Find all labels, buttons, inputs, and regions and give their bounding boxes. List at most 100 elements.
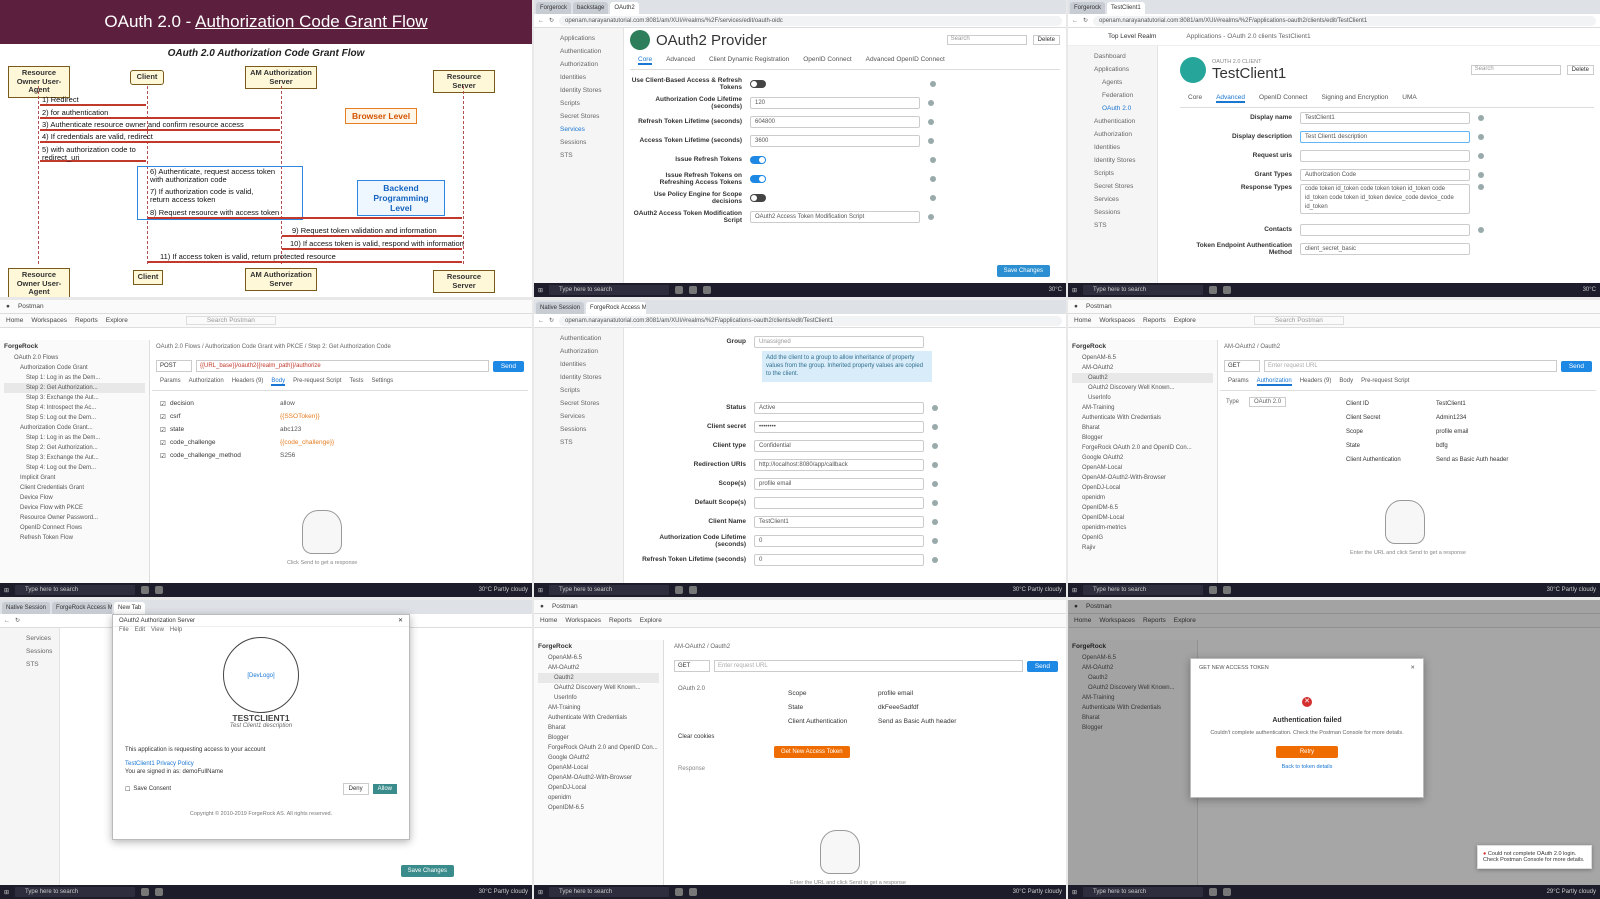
taskbar-search[interactable]: Type here to search xyxy=(1083,285,1204,295)
tab-core[interactable]: Core xyxy=(1188,94,1202,103)
app-icon[interactable] xyxy=(675,888,684,896)
request-item[interactable]: Step 1: Log in as the Dem... xyxy=(4,433,145,443)
collection-item[interactable]: OpenAM-OAuth2-With-Browser xyxy=(538,773,659,783)
tab-uma[interactable]: UMA xyxy=(1402,94,1416,103)
browser-tab-active[interactable]: OAuth2 xyxy=(610,2,639,14)
windows-icon[interactable]: ⊞ xyxy=(538,287,543,294)
menu-workspaces[interactable]: Workspaces xyxy=(31,317,67,324)
browser-tab[interactable]: Forgerock xyxy=(1070,2,1106,14)
subtab-prerequest[interactable]: Pre-request Script xyxy=(1361,378,1409,386)
policy-engine-toggle[interactable] xyxy=(750,193,766,202)
request-url-input[interactable]: Enter request URL xyxy=(1264,360,1557,372)
request-item-active[interactable]: Oauth2 xyxy=(1072,373,1213,383)
request-item[interactable]: Step 2: Get Authorization... xyxy=(4,443,145,453)
browser-tab[interactable]: Native Session xyxy=(2,602,51,614)
nav-authentication[interactable]: Authentication xyxy=(534,45,623,58)
auth-type-select[interactable]: OAuth 2.0 xyxy=(1249,397,1287,407)
nav-identities[interactable]: Identities xyxy=(1068,141,1157,154)
nav-identities[interactable]: Identities xyxy=(534,358,623,371)
request-item[interactable]: OAuth2 Discovery Well Known... xyxy=(1072,383,1213,393)
state-input[interactable]: bdfg xyxy=(1436,443,1448,449)
method-select[interactable]: GET xyxy=(674,660,710,672)
param-value[interactable]: S256 xyxy=(280,452,295,459)
folder-item[interactable]: Device Flow xyxy=(4,493,145,503)
request-item-active[interactable]: Oauth2 xyxy=(538,673,659,683)
client-auth-select[interactable]: Send as Basic Auth header xyxy=(1436,457,1508,463)
request-url-input[interactable]: {{URL_base}}/oauth2{{realm_path}}/author… xyxy=(196,360,489,372)
reload-icon[interactable]: ↻ xyxy=(1083,17,1088,24)
param-key[interactable]: code_challenge_method xyxy=(170,452,280,459)
folder-item[interactable]: Authorization Code Grant xyxy=(4,363,145,373)
tab-client-dynamic-registration[interactable]: Client Dynamic Registration xyxy=(709,56,789,65)
get-new-token-button[interactable]: Get New Access Token xyxy=(774,746,850,758)
modification-script-select[interactable]: OAuth2 Access Token Modification Script xyxy=(750,210,920,223)
reload-icon[interactable]: ↻ xyxy=(549,317,554,324)
nav-services[interactable]: Services xyxy=(534,410,623,423)
collection-item[interactable]: Bharat xyxy=(538,723,659,733)
nav-secret-stores[interactable]: Secret Stores xyxy=(1068,180,1157,193)
collection-item[interactable]: OpenDJ-Local xyxy=(1072,483,1213,493)
collection-item[interactable]: OpenIG xyxy=(1072,533,1213,543)
back-to-token-link[interactable]: Back to token details xyxy=(1191,758,1423,770)
param-value[interactable]: {{SSOToken}} xyxy=(280,413,320,420)
browser-tab[interactable]: Native Session xyxy=(536,302,585,314)
nav-scripts[interactable]: Scripts xyxy=(1068,167,1157,180)
nav-identities[interactable]: Identities xyxy=(534,71,623,84)
tab-advanced[interactable]: Advanced xyxy=(666,56,695,65)
windows-icon[interactable]: ⊞ xyxy=(538,889,543,896)
app-icon[interactable] xyxy=(675,286,684,294)
nav-sts[interactable]: STS xyxy=(1068,219,1157,232)
close-icon[interactable]: ✕ xyxy=(398,615,409,626)
request-item[interactable]: Step 5: Log out the Dem... xyxy=(4,413,145,423)
nav-secret-stores[interactable]: Secret Stores xyxy=(534,397,623,410)
nav-authentication[interactable]: Authentication xyxy=(1068,115,1157,128)
tab-signing[interactable]: Signing and Encryption xyxy=(1321,94,1388,103)
collection-item[interactable]: OpenAM-Local xyxy=(538,763,659,773)
app-icon[interactable] xyxy=(1209,286,1218,294)
nav-dashboard[interactable]: Dashboard xyxy=(1068,50,1157,63)
subtab-prerequest[interactable]: Pre-request Script xyxy=(293,378,341,386)
app-icon[interactable] xyxy=(689,286,698,294)
nav-sessions[interactable]: Sessions xyxy=(1068,206,1157,219)
collection-item[interactable]: Bharat xyxy=(1072,423,1213,433)
display-name-input[interactable]: TestClient1 xyxy=(1300,111,1470,124)
postman-search[interactable]: Search Postman xyxy=(1253,316,1344,325)
client-name-input[interactable]: TestClient1 xyxy=(754,515,924,528)
client-type-select[interactable]: Confidential xyxy=(754,439,924,452)
subtab-body[interactable]: Body xyxy=(271,378,286,386)
collection-item[interactable]: AM-Training xyxy=(538,703,659,713)
subtab-settings[interactable]: Settings xyxy=(371,378,393,386)
menu-home[interactable]: Home xyxy=(6,317,23,324)
menu-reports[interactable]: Reports xyxy=(75,317,98,324)
default-scopes-input[interactable] xyxy=(754,496,924,509)
folder-item[interactable]: OpenID Connect Flows xyxy=(4,523,145,533)
contacts-input[interactable] xyxy=(1300,223,1470,236)
menu-reports[interactable]: Reports xyxy=(609,617,632,624)
app-icon[interactable] xyxy=(689,888,698,896)
menu-file[interactable]: File xyxy=(119,627,129,633)
method-select[interactable]: GET xyxy=(1224,360,1260,372)
client-search[interactable]: Search xyxy=(1470,65,1561,75)
refresh-lifetime-input[interactable]: 0 xyxy=(754,553,924,566)
checkbox-icon[interactable]: ☑ xyxy=(160,400,170,408)
param-value[interactable]: {{code_challenge}} xyxy=(280,439,334,446)
browser-tab[interactable]: ForgeRock Access Management xyxy=(52,602,113,614)
nav-sessions[interactable]: Sessions xyxy=(534,136,623,149)
app-icon[interactable] xyxy=(141,586,150,594)
windows-icon[interactable]: ⊞ xyxy=(1072,287,1077,294)
token-auth-method-select[interactable]: client_secret_basic xyxy=(1300,242,1470,255)
menu-view[interactable]: View xyxy=(151,627,164,633)
auth-type-select[interactable]: OAuth 2.0 xyxy=(678,686,788,692)
app-icon[interactable] xyxy=(1209,888,1218,896)
collection-item[interactable]: OpenIDM-6.5 xyxy=(1072,503,1213,513)
workspace-name[interactable]: ForgeRock xyxy=(1072,343,1213,353)
collection-item[interactable]: AM-Training xyxy=(1072,403,1213,413)
param-value[interactable]: allow xyxy=(280,400,295,407)
response-types-input[interactable]: code token id_token code token token id_… xyxy=(1300,184,1470,214)
close-icon[interactable]: ✕ xyxy=(1410,665,1415,671)
menu-explore[interactable]: Explore xyxy=(106,317,128,324)
windows-icon[interactable]: ⊞ xyxy=(538,587,543,594)
folder-item[interactable]: Resource Owner Password... xyxy=(4,513,145,523)
workspace-name[interactable]: ForgeRock xyxy=(538,643,659,653)
tab-core[interactable]: Core xyxy=(638,56,653,65)
